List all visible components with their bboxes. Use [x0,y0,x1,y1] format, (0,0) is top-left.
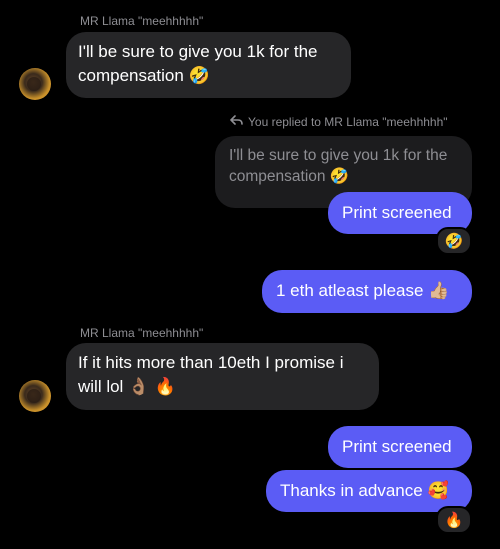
outgoing-message[interactable]: 1 eth atleast please 👍🏼 [262,270,472,313]
incoming-message[interactable]: I'll be sure to give you 1k for the comp… [66,32,351,98]
rofl-emoji: 🤣 [329,167,350,185]
reaction-badge[interactable]: 🔥 [436,506,472,534]
sender-name: MR Llama "meehhhhh" [80,14,204,28]
smiling-hearts-emoji: 🥰 [427,481,449,501]
incoming-message[interactable]: If it hits more than 10eth I promise i w… [66,343,379,410]
fire-emoji: 🔥 [444,510,464,529]
thumbs-up-emoji: 👍🏼 [428,281,450,301]
reaction-badge[interactable]: 🤣 [436,227,472,255]
message-text: If it hits more than 10eth I promise i w… [78,353,344,396]
sender-name: MR Llama "meehhhhh" [80,326,204,340]
avatar[interactable] [19,380,51,412]
message-text: 1 eth atleast please [276,281,424,300]
message-text: Print screened [342,203,452,222]
message-text: Print screened [342,437,452,456]
reply-arrow-icon [230,115,243,129]
reply-label-text: You replied to MR Llama "meehhhhh" [248,115,448,129]
avatar[interactable] [19,68,51,100]
rofl-emoji: 🤣 [444,231,464,250]
outgoing-message[interactable]: Thanks in advance 🥰 [266,470,472,512]
reply-label: You replied to MR Llama "meehhhhh" [230,115,448,129]
outgoing-message[interactable]: Print screened [328,426,472,468]
message-text: Thanks in advance [280,481,423,500]
ok-hand-fire-emoji: 👌🏽 🔥 [128,377,176,397]
rofl-emoji: 🤣 [188,66,210,86]
